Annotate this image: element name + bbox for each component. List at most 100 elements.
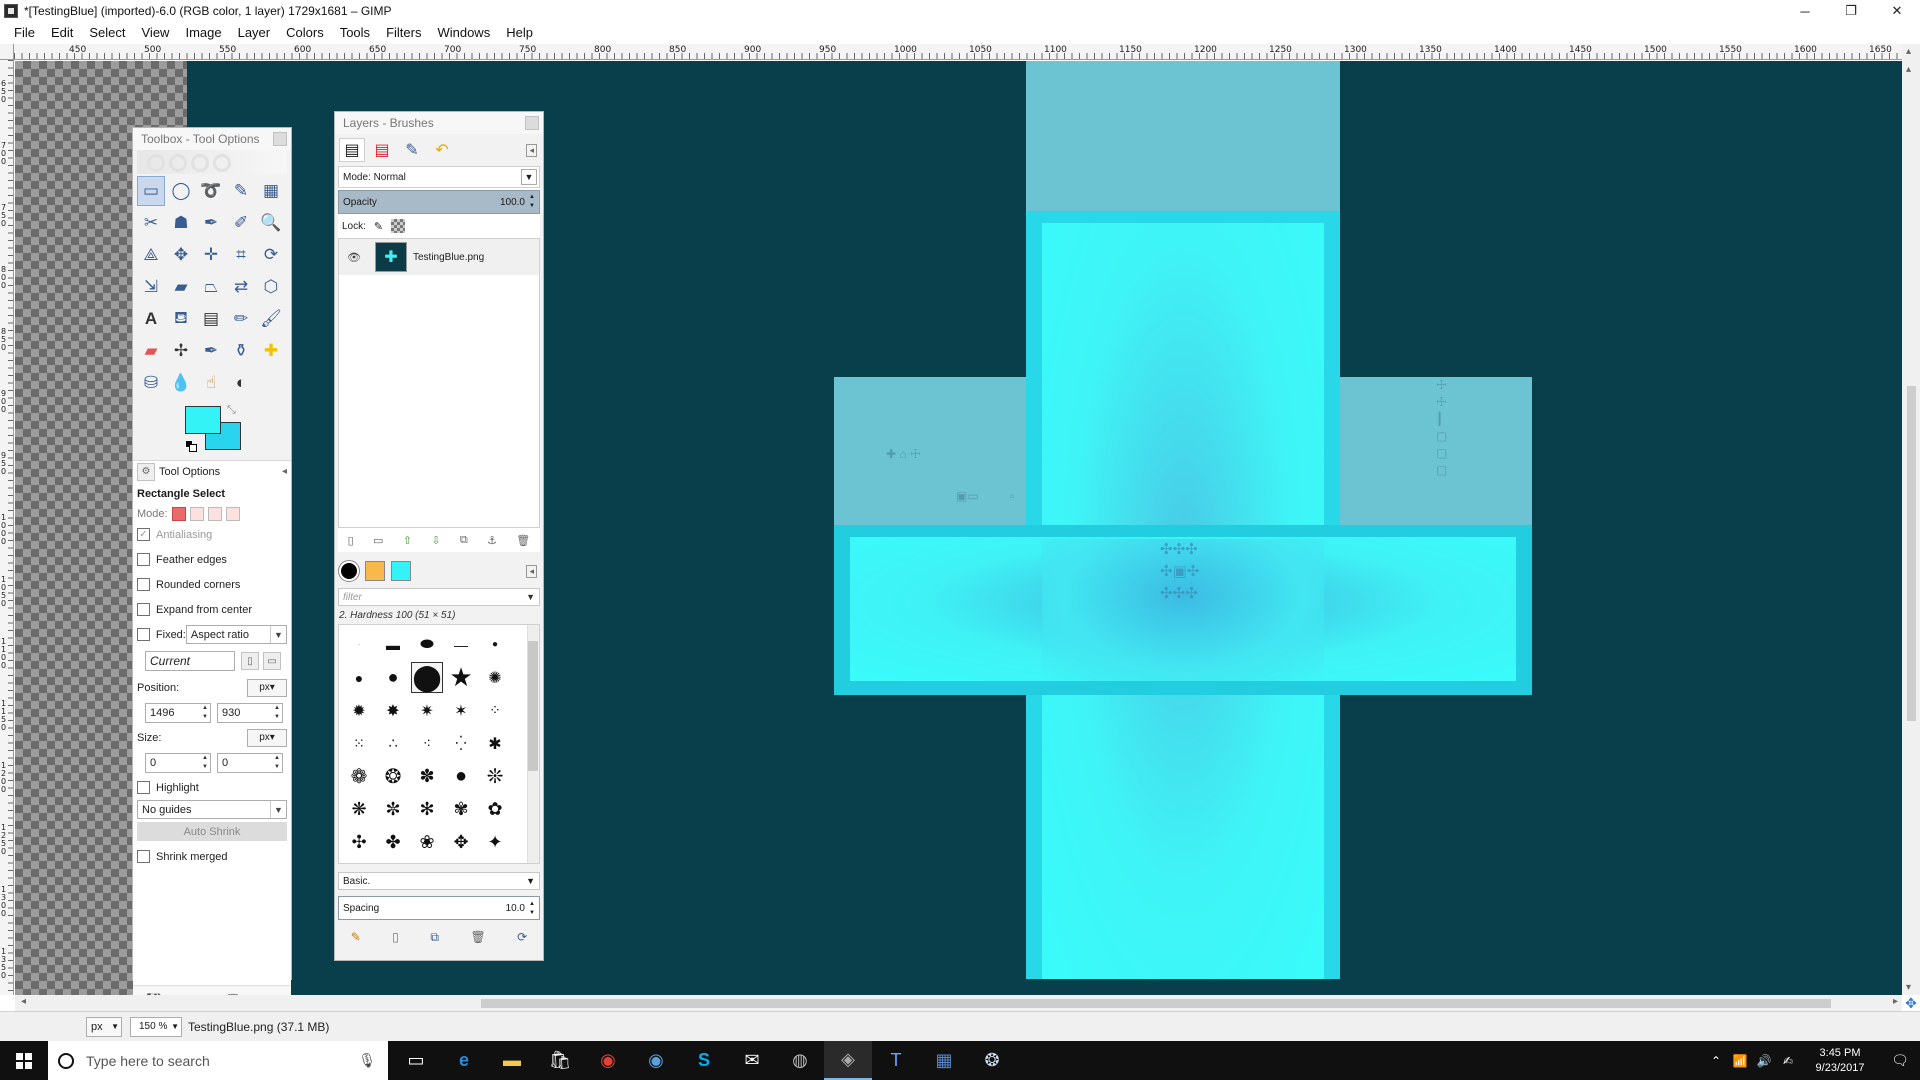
- position-unit-combo[interactable]: px ▾: [247, 678, 287, 697]
- menu-tools[interactable]: Tools: [332, 22, 378, 44]
- size-height-input[interactable]: 0 ▲ ▼: [217, 752, 283, 773]
- brush-thumbnail[interactable]: ⬬: [411, 629, 443, 660]
- move-icon[interactable]: ✥: [167, 240, 195, 270]
- brush-thumbnail[interactable]: ●: [343, 662, 375, 693]
- free-select-icon[interactable]: ➰: [197, 176, 225, 206]
- zoom-combo[interactable]: 150 % ▼: [130, 1016, 182, 1037]
- paths-icon[interactable]: ✒: [197, 208, 225, 238]
- notification-icon[interactable]: 🗨: [1880, 1052, 1920, 1069]
- scroll-up-icon[interactable]: ▴: [1906, 46, 1911, 57]
- blur-icon[interactable]: 💧: [167, 368, 195, 398]
- lock-pixels-icon[interactable]: ✎: [374, 220, 383, 233]
- scissors-icon[interactable]: ✂: [137, 208, 165, 238]
- mail-icon[interactable]: ✉: [728, 1041, 776, 1080]
- lower-layer-icon[interactable]: ⇩: [431, 534, 440, 547]
- aspect-entry[interactable]: Current: [145, 651, 235, 671]
- brush-filter-input[interactable]: filter ▼: [338, 588, 540, 606]
- navigate-icon[interactable]: ✥: [1902, 995, 1920, 1011]
- horizontal-scroll-thumb[interactable]: [481, 999, 1831, 1008]
- brush-thumbnail[interactable]: ★: [445, 662, 477, 693]
- brush-thumbnail[interactable]: ⁖: [411, 728, 443, 759]
- toolbox-header[interactable]: Toolbox - Tool Options: [133, 128, 291, 150]
- menu-edit[interactable]: Edit: [43, 22, 81, 44]
- flip-icon[interactable]: ⇄: [227, 272, 255, 302]
- pencil-icon[interactable]: ✏: [227, 304, 255, 334]
- brush-thumbnail[interactable]: ⬤: [411, 662, 443, 693]
- microphone-icon[interactable]: 🎙: [358, 1052, 376, 1069]
- fixed-checkbox[interactable]: [137, 628, 150, 641]
- brush-scrollbar[interactable]: [527, 625, 539, 863]
- brush-thumbnail[interactable]: ⁘: [479, 695, 511, 726]
- brush-thumbnail[interactable]: ✥: [445, 827, 477, 858]
- brush-preset-icon[interactable]: [338, 560, 360, 582]
- default-colors-icon[interactable]: [185, 440, 197, 452]
- brush-tag-combo[interactable]: Basic. ▼: [338, 872, 540, 890]
- spacing-slider[interactable]: Spacing 10.0 ▲ ▼: [338, 896, 540, 920]
- brush-thumbnail[interactable]: ✤: [377, 827, 409, 858]
- close-button[interactable]: ✕: [1874, 0, 1920, 22]
- vertical-ruler[interactable]: 650 700 750 800 850 900 950 1000 1050 1100 1150 120…: [0, 60, 14, 995]
- menu-filters[interactable]: Filters: [378, 22, 429, 44]
- app-icon[interactable]: ▦: [920, 1041, 968, 1080]
- horizontal-scrollbar[interactable]: ◂ ▸: [15, 995, 1902, 1011]
- guides-combo[interactable]: No guides ▼: [137, 800, 287, 819]
- horizontal-ruler[interactable]: 450 500 550 600 650 700 750 800 850 900 950 1000 105…: [14, 44, 1902, 60]
- gradient-icon[interactable]: ▤: [197, 304, 225, 334]
- brush-thumbnail[interactable]: ✼: [377, 794, 409, 825]
- brush-thumbnail[interactable]: ✾: [445, 794, 477, 825]
- gradient-preset-icon[interactable]: [391, 561, 411, 581]
- brush-thumbnail[interactable]: ✦: [479, 827, 511, 858]
- brush-thumbnail[interactable]: ●: [445, 761, 477, 792]
- select-by-color-icon[interactable]: ▦: [257, 176, 285, 206]
- perspective-clone-icon[interactable]: ⛁: [137, 368, 165, 398]
- channels-tab-icon[interactable]: ▤: [369, 138, 395, 162]
- raise-layer-icon[interactable]: ⇧: [403, 534, 412, 547]
- shear-icon[interactable]: ▰: [167, 272, 195, 302]
- layer-mode-row[interactable]: Mode: Normal ▼: [338, 166, 540, 188]
- app-icon[interactable]: ◉: [632, 1041, 680, 1080]
- refresh-brushes-icon[interactable]: ⟳: [517, 930, 527, 944]
- expand-from-center-checkbox[interactable]: [137, 603, 150, 616]
- align-icon[interactable]: ✛: [197, 240, 225, 270]
- heal-icon[interactable]: ✚: [257, 336, 285, 366]
- brush-thumbnail[interactable]: ✷: [411, 695, 443, 726]
- dock-close-button[interactable]: [525, 116, 539, 130]
- menu-layer[interactable]: Layer: [230, 22, 279, 44]
- brush-thumbnail[interactable]: ·: [343, 629, 375, 660]
- delete-brush-icon[interactable]: 🗑: [470, 930, 485, 944]
- brush-thumbnail[interactable]: ✱: [479, 728, 511, 759]
- duplicate-brush-icon[interactable]: ⧉: [430, 930, 439, 945]
- brush-thumbnail[interactable]: ❀: [411, 827, 443, 858]
- volume-icon[interactable]: 🔊: [1752, 1054, 1776, 1068]
- tab-menu-icon[interactable]: ◂: [282, 466, 287, 477]
- brush-grid[interactable]: · ▬ ⬬ — ● ● ● ⬤ ★ ✺ ✹ ✸ ✷ ✶ ⁘ ⁙ ∴ ⁖ ⁛ ✱ ❁ ❂ ✽ ● ❊ ❋ ✼ ✻ ✾ ✿ ✣ ✤ ❀ ✥ ✦: [338, 624, 540, 864]
- brush-thumbnail[interactable]: ●: [479, 629, 511, 660]
- crop-icon[interactable]: ⌗: [227, 240, 255, 270]
- status-unit-combo[interactable]: px ▼: [86, 1016, 122, 1037]
- app-icon[interactable]: ❂: [968, 1041, 1016, 1080]
- foreground-select-icon[interactable]: ☗: [167, 208, 195, 238]
- opacity-spin[interactable]: ▲ ▼: [529, 193, 537, 211]
- eye-icon[interactable]: 👁: [347, 251, 375, 264]
- brush-thumbnail[interactable]: ⁙: [343, 728, 375, 759]
- color-picker-icon[interactable]: ✐: [227, 208, 255, 238]
- file-explorer-icon[interactable]: ▬: [488, 1041, 536, 1080]
- image-canvas[interactable]: ✚ ⌂ ☩ ▣▭ ▫ ☩ ☩ ┃ ▢ ▢ ▢ ✣✣✣ ✣▣✣ ✣✣✣: [15, 61, 1902, 995]
- size-unit-combo[interactable]: px ▾: [247, 728, 287, 747]
- brush-thumbnail[interactable]: ✽: [411, 761, 443, 792]
- edge-icon[interactable]: e: [440, 1041, 488, 1080]
- vertical-scroll-thumb[interactable]: [1907, 386, 1916, 721]
- mode-subtract-icon[interactable]: [207, 507, 222, 521]
- menu-view[interactable]: View: [134, 22, 178, 44]
- cage-transform-icon[interactable]: ⬡: [257, 272, 285, 302]
- layer-row[interactable]: 👁 ✚ TestingBlue.png: [339, 239, 539, 275]
- brush-thumbnail[interactable]: ❁: [343, 761, 375, 792]
- fuzzy-select-icon[interactable]: ✎: [227, 176, 255, 206]
- ink-icon[interactable]: ✒: [197, 336, 225, 366]
- brush-thumbnail[interactable]: ●: [377, 662, 409, 693]
- paths-tab-icon[interactable]: ✎: [399, 138, 425, 162]
- brush-thumbnail[interactable]: ❊: [479, 761, 511, 792]
- brush-thumbnail[interactable]: ✶: [445, 695, 477, 726]
- new-layer-group-icon[interactable]: ▭: [373, 534, 383, 547]
- store-icon[interactable]: 🛍: [536, 1041, 584, 1080]
